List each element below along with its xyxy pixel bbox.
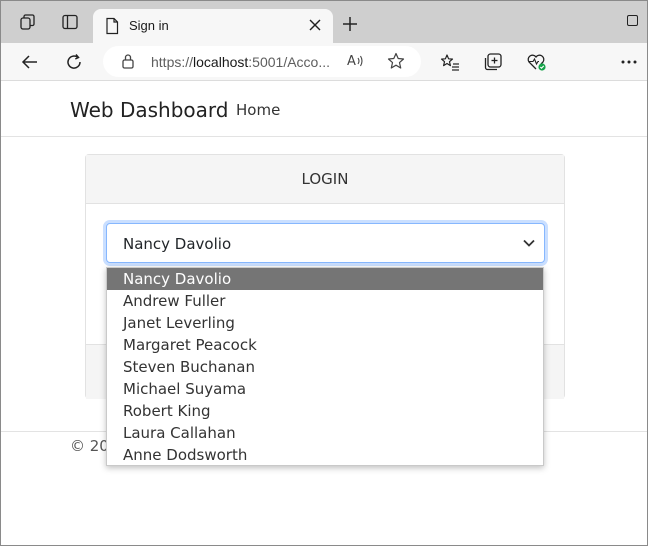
nav-home-link[interactable]: Home [236,101,280,119]
dropdown-option[interactable]: Laura Callahan [107,422,543,444]
maximize-window-icon[interactable] [627,15,638,26]
dropdown-option[interactable]: Janet Leverling [107,312,543,334]
user-select-value: Nancy Davolio [123,235,232,253]
tab-sign-in[interactable]: Sign in [93,9,333,43]
user-select[interactable]: Nancy Davolio [106,223,545,263]
url-prefix: https:// [151,54,194,70]
url-text: https://localhost:5001/Acco... [151,54,330,70]
dropdown-option[interactable]: Nancy Davolio [107,268,543,290]
tab-strip: Sign in [1,1,647,43]
browser-window: Sign in https://localhost:5001/Acco... A [0,0,648,546]
dropdown-option[interactable]: Margaret Peacock [107,334,543,356]
url-host: localhost [193,54,249,70]
refresh-icon[interactable] [63,51,85,73]
tab-actions-icon[interactable] [59,11,81,33]
favorites-list-icon[interactable] [439,51,461,73]
user-select-dropdown: Nancy Davolio Andrew Fuller Janet Leverl… [106,267,544,466]
dropdown-option[interactable]: Steven Buchanan [107,356,543,378]
svg-text:A: A [347,54,356,69]
more-icon[interactable] [618,51,640,73]
browser-essentials-icon[interactable] [526,51,548,73]
navbar: Web Dashboard Home [1,81,647,137]
footer-copyright: © 20 [70,437,109,455]
chevron-down-icon [523,239,535,247]
dropdown-option[interactable]: Andrew Fuller [107,290,543,312]
collections-icon[interactable] [482,51,504,73]
page-icon [101,15,123,37]
workspaces-icon[interactable] [17,11,39,33]
tab-title: Sign in [129,18,169,33]
back-arrow-icon[interactable] [19,51,41,73]
dropdown-option[interactable]: Robert King [107,400,543,422]
new-tab-button[interactable] [339,13,361,35]
url-rest: :5001/Acco... [248,54,331,70]
dropdown-option[interactable]: Anne Dodsworth [107,444,543,466]
lock-icon[interactable] [117,50,139,72]
address-bar[interactable]: https://localhost:5001/Acco... A [103,46,421,77]
read-aloud-icon[interactable]: A [345,50,367,72]
close-tab-icon[interactable] [305,15,325,35]
browser-toolbar: https://localhost:5001/Acco... A [1,43,647,81]
dropdown-option[interactable]: Michael Suyama [107,378,543,400]
star-icon[interactable] [385,50,407,72]
login-card-header: LOGIN [86,155,564,204]
brand-link[interactable]: Web Dashboard [70,98,228,122]
